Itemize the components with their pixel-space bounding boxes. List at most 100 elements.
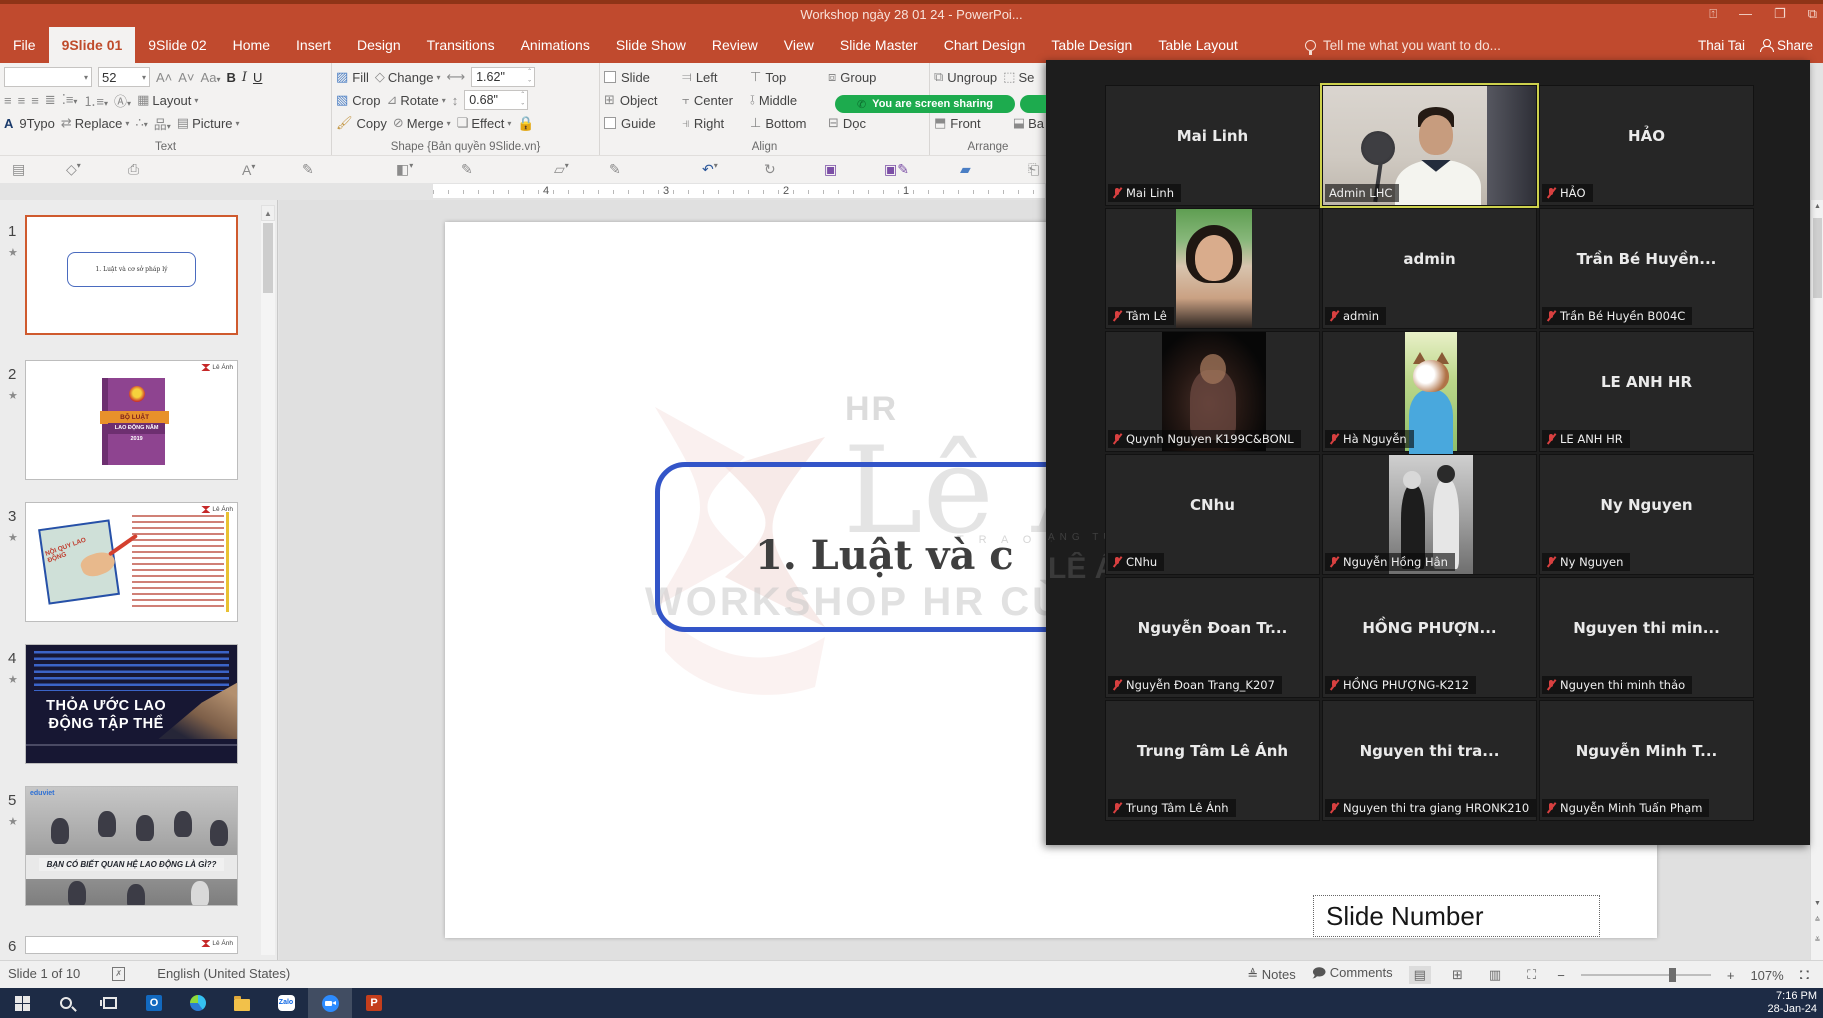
participant-tile[interactable]: CNhu CNhu [1105, 454, 1320, 575]
back-button[interactable]: ⬓Ba [1013, 115, 1044, 131]
participant-tile[interactable]: Ny Nguyen Ny Nguyen [1539, 454, 1754, 575]
align-center-icon[interactable]: ≡ [18, 93, 26, 108]
group-button[interactable]: ⧈Group [828, 69, 876, 85]
ungroup-button[interactable]: ⧉Ungroup [934, 69, 997, 85]
search-icon[interactable] [44, 988, 88, 1018]
scroll-down-icon[interactable]: ▼ [1811, 900, 1823, 907]
align-left-button[interactable]: ⫤Left [682, 69, 744, 85]
language-label[interactable]: English (United States) [157, 966, 290, 981]
slide-thumbnail-2[interactable]: Lê Ánh BỘ LUẬT LAO ĐỘNG NĂM 2019 [25, 360, 238, 480]
redo-icon[interactable]: ↻ [764, 161, 776, 178]
participant-tile[interactable]: Trung Tâm Lê Ánh Trung Tâm Lê Ánh [1105, 700, 1320, 821]
outline-color-icon[interactable]: ▱▾ [554, 161, 565, 178]
close-icon[interactable]: ⧉ [1808, 6, 1817, 22]
slideshow-icon[interactable]: ⛶ [1522, 966, 1541, 984]
zoom-app-icon[interactable] [308, 988, 352, 1018]
zalo-icon[interactable]: Zalo [264, 988, 308, 1018]
save-edit-icon[interactable]: ▣✎ [884, 161, 909, 178]
tab-transitions[interactable]: Transitions [414, 27, 508, 63]
vertical-scrollbar[interactable]: ▲ ▼ ≙ ≚ [1810, 200, 1823, 960]
change-button[interactable]: ◇Change▾ [375, 69, 441, 85]
tab-file[interactable]: File [0, 27, 49, 63]
next-slide-button[interactable]: ≚ [1811, 936, 1823, 944]
zoom-in-button[interactable]: + [1727, 968, 1735, 983]
align-middle-button[interactable]: ⫱Middle [750, 92, 822, 108]
save-icon[interactable]: ▣ [824, 161, 837, 178]
picture-fill-icon[interactable]: ▰ [960, 161, 971, 178]
screen-sharing-banner[interactable]: ✆ You are screen sharing [835, 95, 1015, 113]
replace-button[interactable]: ⇄Replace▾ [61, 115, 130, 131]
reading-view-icon[interactable]: ▥ [1484, 966, 1506, 984]
bold-button[interactable]: B [226, 70, 235, 85]
slide-title-text[interactable]: 1. Luật và c [755, 532, 1014, 579]
slide-thumbnail-4[interactable]: THỎA ƯỚC LAO ĐỘNG TẬP THỂ [25, 644, 238, 764]
zoom-percent-label[interactable]: 107% [1750, 968, 1783, 983]
align-right-button[interactable]: ⫣Right [682, 115, 744, 131]
diagram-icon[interactable]: 品▾ [154, 114, 171, 133]
participant-tile[interactable]: Nguyễn Hồng Hân [1322, 454, 1537, 575]
tab-9slide-02[interactable]: 9Slide 02 [135, 27, 219, 63]
participant-tile[interactable]: Mai Linh Mai Linh [1105, 85, 1320, 206]
italic-button[interactable]: I [242, 70, 247, 85]
tab-table-design[interactable]: Table Design [1038, 27, 1145, 63]
9typo-button[interactable]: 9Typo [19, 116, 54, 131]
comments-button[interactable]: 🗩 Comments [1312, 964, 1393, 986]
picture-button[interactable]: ▤Picture▾ [177, 115, 240, 131]
panel-scrollbar[interactable]: ▲ [261, 205, 275, 955]
align-center-button[interactable]: ⫟Center [682, 92, 744, 108]
tab-table-layout[interactable]: Table Layout [1145, 27, 1250, 63]
slide-thumbnail-5[interactable]: eduviet BẠN CÓ BIẾT QUAN HỆ LAO ĐỘNG LÀ … [25, 786, 238, 906]
eyedropper-icon[interactable]: ✎ [302, 161, 314, 178]
eyedropper-icon[interactable]: ✎ [461, 161, 473, 178]
align-slide-checkbox[interactable]: Slide [604, 70, 676, 85]
bullets-icon[interactable]: ⁚≡▾ [62, 92, 78, 108]
slide-thumbnail-6[interactable]: Lê Ánh [25, 936, 238, 954]
numbering-icon[interactable]: ⒈≡▾ [83, 91, 108, 110]
copy-button[interactable]: 🖌Copy [336, 115, 387, 131]
ribbon-display-options-icon[interactable]: ⍐ [1709, 6, 1717, 22]
change-case-icon[interactable]: Aa▾ [201, 70, 221, 85]
tab-animations[interactable]: Animations [508, 27, 603, 63]
layout-button[interactable]: ▦Layout▾ [137, 92, 198, 108]
zoom-gallery-overlay[interactable]: ẠNG TƯƠNG LAI LÊ ÁNH Mai Linh Mai Linh A… [1046, 60, 1810, 845]
rotate-button[interactable]: ⊿Rotate▾ [386, 92, 445, 108]
normal-view-icon[interactable]: ▤ [1409, 966, 1431, 984]
account-name[interactable]: Thai Tai [1698, 27, 1745, 63]
tab-chart-design[interactable]: Chart Design [931, 27, 1039, 63]
lock-icon[interactable]: 🔒 [517, 115, 534, 132]
dots-icon[interactable]: ∴▾ [135, 115, 147, 131]
scroll-up-icon[interactable]: ▲ [261, 205, 275, 221]
file-explorer-icon[interactable] [220, 988, 264, 1018]
participant-tile[interactable]: LE ANH HR LE ANH HR [1539, 331, 1754, 452]
zoom-out-button[interactable]: − [1557, 968, 1565, 983]
outlook-icon[interactable]: O [132, 988, 176, 1018]
zoom-slider[interactable] [1581, 974, 1711, 976]
align-top-button[interactable]: ⊤Top [750, 69, 822, 85]
tab-insert[interactable]: Insert [283, 27, 344, 63]
edge-icon[interactable] [176, 988, 220, 1018]
effect-button[interactable]: ❏Effect▾ [457, 115, 512, 131]
participant-tile[interactable]: Trần Bé Huyền... Trần Bé Huyền B004C [1539, 208, 1754, 329]
proofing-icon[interactable]: ✗ [112, 967, 125, 981]
participant-tile[interactable]: HẢO HẢO [1539, 85, 1754, 206]
participant-tile[interactable]: admin admin [1322, 208, 1537, 329]
tab-view[interactable]: View [771, 27, 827, 63]
slide-thumbnail-1[interactable]: 1. Luật và cơ sở pháp lý [25, 215, 238, 335]
taskbar-clock[interactable]: 7:16 PM 28-Jan-24 [1767, 990, 1817, 1016]
slide-sorter-icon[interactable]: ⊞ [1447, 966, 1468, 984]
participant-tile[interactable]: Nguyễn Minh T... Nguyễn Minh Tuấn Phạm [1539, 700, 1754, 821]
shape-icon[interactable]: ◇▾ [66, 161, 77, 178]
participant-tile-active-speaker[interactable]: Admin LHC [1322, 85, 1537, 206]
share-button[interactable]: Share [1760, 27, 1813, 63]
restore-icon[interactable]: ❐ [1774, 6, 1786, 22]
previous-slide-button[interactable]: ≙ [1811, 916, 1823, 924]
participant-tile[interactable]: Nguyen thi tra... Nguyen thi tra giang H… [1322, 700, 1537, 821]
merge-button[interactable]: ⊘Merge▾ [393, 115, 451, 131]
shape-height-input[interactable]: 0.68" [464, 90, 528, 110]
underline-button[interactable]: U [253, 70, 262, 85]
panel-scrollbar-thumb[interactable] [263, 223, 273, 293]
notes-page-icon[interactable]: ▤ [12, 161, 25, 178]
font-color-icon[interactable]: A▾ [242, 162, 251, 178]
participant-tile[interactable]: Nguyen thi min... Nguyen thi minh thảo [1539, 577, 1754, 698]
select-button[interactable]: ⬚Se [1003, 69, 1034, 85]
